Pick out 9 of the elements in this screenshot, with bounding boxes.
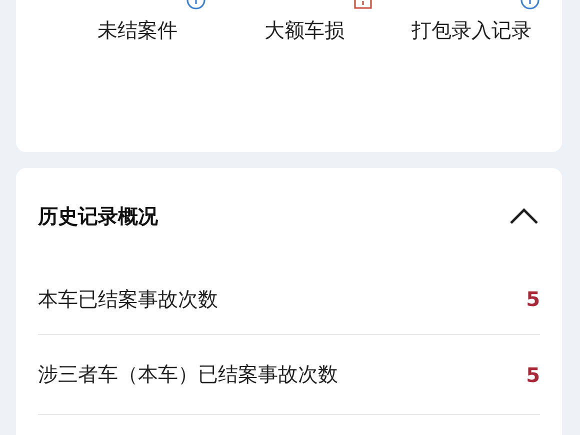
row-label: 涉三者车（本车）已结案事故次数 (38, 361, 338, 388)
shortcut-label[interactable]: 未结案件 (98, 17, 178, 43)
row-label: 本车已结案事故次数 (38, 286, 218, 312)
count-value: 5 (526, 362, 540, 386)
count-value: 5 (526, 287, 540, 311)
shortcut-label[interactable]: 大额车损 (264, 17, 344, 43)
collapse-icon[interactable] (508, 206, 540, 226)
shortcut-label[interactable]: 打包录入记录 (412, 17, 532, 43)
section-title: 历史记录概况 (38, 202, 158, 230)
